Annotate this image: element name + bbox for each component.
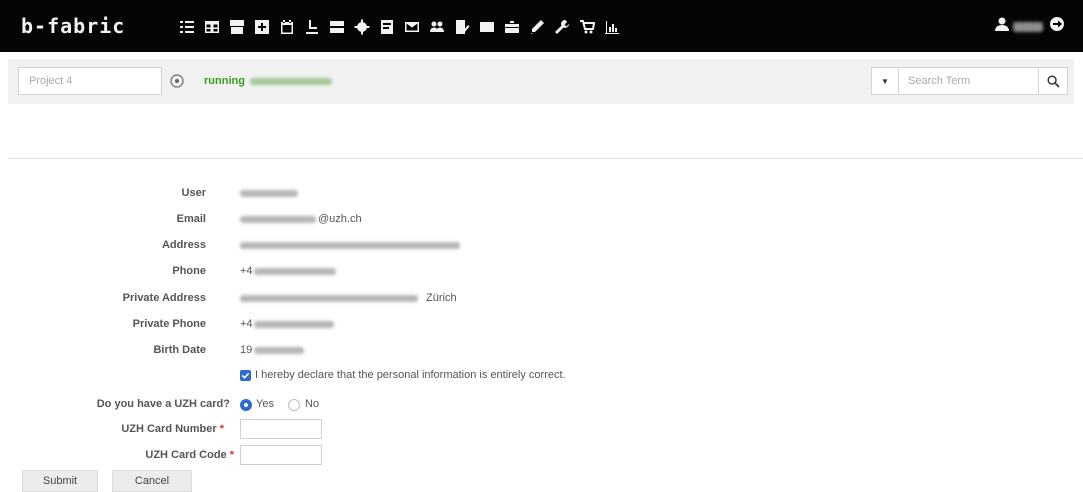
value-birth-prefix: 19 [240,344,253,356]
status-running: running [204,75,245,87]
file-icon[interactable] [378,18,396,36]
file-edit-icon[interactable] [453,18,471,36]
top-navbar: b-fabric [0,0,1083,52]
label-user: User [181,187,206,199]
label-phone: Phone [172,265,206,277]
search-input[interactable]: Search Term [908,68,970,94]
user-menu[interactable] [994,16,1065,37]
project-input[interactable]: Project 4 [18,67,162,95]
value-address-redacted [240,242,460,249]
declaration-label: I hereby declare that the personal infor… [255,369,566,381]
drive-icon[interactable] [328,18,346,36]
logout-icon[interactable] [1049,16,1065,37]
label-uzh-card-code: UZH Card Code * [145,449,234,461]
label-birth-date: Birth Date [153,344,206,356]
uzh-card-number-field[interactable] [240,419,322,439]
label-address: Address [161,239,206,251]
user-icon[interactable] [994,16,1010,37]
clear-circle-icon[interactable] [170,74,184,88]
value-private-phone-prefix: +4 [240,318,253,330]
user-name-redacted [1013,21,1043,32]
search-dropdown-caret-icon[interactable]: ▼ [872,68,899,94]
flask-icon[interactable] [303,18,321,36]
search-box: ▼ Search Term [871,67,1068,95]
chart-icon[interactable] [603,18,621,36]
radio-no[interactable] [288,399,300,411]
calendar-icon[interactable] [278,18,296,36]
label-email: Email [176,213,206,225]
value-phone-prefix: +4 [240,265,253,277]
value-private-phone-redacted [254,321,334,328]
archive-icon[interactable] [228,18,246,36]
cart-icon[interactable] [578,18,596,36]
wrench-icon[interactable] [553,18,571,36]
search-button[interactable] [1038,68,1067,94]
value-private-address-redacted [240,295,418,302]
uzh-card-code-field[interactable] [240,445,322,465]
brand-logo[interactable]: b-fabric [21,14,125,38]
search-icon [1046,74,1060,88]
label-uzh-card-question: Do you have a UZH card? [96,398,230,410]
value-email-domain: @uzh.ch [318,213,362,225]
submit-button[interactable]: Submit [22,470,98,492]
radio-yes-label: Yes [256,398,274,410]
declaration-checkbox[interactable] [240,370,251,381]
value-private-address-suffix: Zürich [426,292,457,304]
pencil-icon[interactable] [528,18,546,36]
gear-icon[interactable] [353,18,371,36]
label-private-phone: Private Phone [132,318,206,330]
toolbox-icon[interactable] [503,18,521,36]
label-uzh-card-number: UZH Card Number * [121,423,224,435]
cancel-button[interactable]: Cancel [112,470,192,492]
radio-yes[interactable] [240,399,252,411]
value-birth-redacted [254,347,304,354]
divider [8,158,1083,159]
value-user-redacted [240,190,298,197]
value-phone-redacted [254,268,336,275]
users-icon[interactable] [428,18,446,36]
sample-icon[interactable] [478,18,496,36]
label-private-address: Private Address [122,292,206,304]
nav-icon-bar [178,16,628,38]
plus-square-icon[interactable] [253,18,271,36]
status-detail-redacted [250,78,332,85]
value-email-redacted [240,216,316,223]
check-icon [241,372,250,379]
list-icon[interactable] [178,18,196,36]
table-icon[interactable] [203,18,221,36]
radio-no-label: No [305,398,320,410]
envelope-icon[interactable] [403,18,421,36]
